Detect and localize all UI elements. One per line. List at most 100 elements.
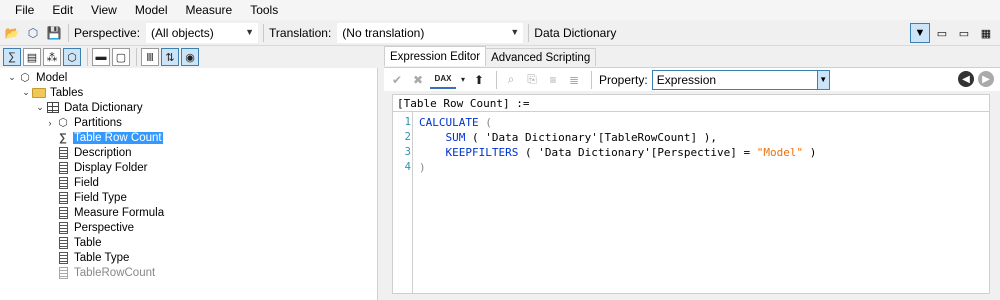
tab-advanced-scripting[interactable]: Advanced Scripting [485, 48, 597, 66]
code-line: KEEPFILTERS ( 'Data Dictionary'[Perspect… [419, 146, 817, 159]
tree-node-tables[interactable]: ⌄ Tables [20, 85, 84, 100]
translation-select[interactable]: (No translation) ▼ [337, 22, 524, 43]
line-number: 4 [404, 161, 411, 173]
toolbar-separator [68, 23, 69, 42]
layout-2-icon[interactable]: ▭ [954, 23, 974, 43]
menu-measure[interactable]: Measure [177, 0, 242, 20]
tree-label: Data Dictionary [64, 101, 143, 114]
tree-node-field[interactable]: Field [56, 175, 100, 190]
tree-toolbar: ∑ ▤ ⁂ ⬡ ▬ ▢ Ⅲ ⇅ ◉ [0, 46, 378, 68]
measure-sigma-icon: ∑ [59, 131, 67, 144]
tree-node-model[interactable]: ⌄ ⬡ Model [6, 70, 68, 85]
folder-icon [32, 86, 46, 99]
sort-icon[interactable]: ⇅ [161, 48, 179, 66]
tree-node-partitions[interactable]: › ⬡ Partitions [44, 115, 123, 130]
show-all-icon[interactable]: ▢ [112, 48, 130, 66]
chevron-down-icon[interactable]: ▾ [459, 71, 467, 89]
line-number: 2 [404, 131, 411, 143]
save-icon[interactable]: 💾 [45, 24, 63, 42]
chevron-right-icon[interactable]: › [44, 118, 56, 128]
partitions-icon: ⬡ [58, 117, 68, 129]
toolbar-separator [528, 23, 530, 42]
translation-value: (No translation) [342, 25, 425, 40]
back-arrow-icon[interactable]: ◀ [958, 71, 974, 87]
expression-header: [Table Row Count] := [392, 94, 990, 112]
cancel-x-icon[interactable]: ✖ [409, 71, 427, 89]
chevron-down-icon[interactable]: ⌄ [34, 102, 46, 113]
columns-view-icon[interactable]: Ⅲ [141, 48, 159, 66]
column-icon [56, 146, 70, 159]
filter-icon[interactable]: ▼ [910, 23, 930, 43]
code-keyword: SUM [445, 131, 466, 144]
tree-node-measure-formula[interactable]: Measure Formula [56, 205, 165, 220]
code-text: ( 'Data Dictionary'[Perspective] = [518, 146, 757, 159]
chevron-down-icon: ▼ [245, 26, 255, 37]
column-icon [56, 161, 70, 174]
grid-icon[interactable]: ▦ [976, 23, 996, 43]
code-literal: "Model" [756, 146, 804, 159]
tree-node-description[interactable]: Description [56, 145, 133, 160]
outdent-icon[interactable]: ≣ [565, 71, 583, 89]
column-icon [56, 221, 70, 234]
line-number: 3 [404, 146, 411, 158]
show-hierarchies-icon[interactable]: ⁂ [43, 48, 61, 66]
tree-node-field-type[interactable]: Field Type [56, 190, 128, 205]
code-line: SUM ( 'Data Dictionary'[TableRowCount] )… [419, 131, 718, 144]
code-keyword: CALCULATE [419, 116, 479, 129]
metadata-icon[interactable]: ◉ [181, 48, 199, 66]
separator [87, 48, 88, 66]
tree-label: Measure Formula [74, 206, 165, 219]
editor-pane: Expression Editor Advanced Scripting ✔ ✖… [384, 46, 1000, 300]
menu-file[interactable]: File [6, 0, 43, 20]
menu-edit[interactable]: Edit [43, 0, 82, 20]
tree-label: Tables [50, 86, 84, 99]
find-icon[interactable]: ⌕ [502, 71, 520, 89]
deploy-icon[interactable]: ⬆ [470, 71, 488, 89]
forward-arrow-icon[interactable]: ▶ [978, 71, 994, 87]
menu-tools[interactable]: Tools [241, 0, 287, 20]
layout-1-icon[interactable]: ▭ [932, 23, 952, 43]
show-measures-icon[interactable]: ∑ [3, 48, 21, 66]
property-select[interactable]: Expression ▼ [651, 69, 830, 90]
accept-check-icon[interactable]: ✔ [388, 71, 406, 89]
show-partitions-icon[interactable]: ⬡ [63, 48, 81, 66]
chevron-down-icon[interactable]: ⌄ [6, 72, 18, 83]
indent-icon[interactable]: ≡ [544, 71, 562, 89]
column-icon [56, 176, 70, 189]
code-editor[interactable]: 1 2 3 4 CALCULATE ( SUM ( 'Data Dictiona… [392, 112, 990, 294]
column-icon [56, 236, 70, 249]
chevron-down-icon[interactable]: ⌄ [20, 87, 32, 98]
tree-node-data-dictionary[interactable]: ⌄ Data Dictionary [34, 100, 144, 115]
open-folder-icon[interactable]: 📂 [3, 24, 21, 42]
tree-label: Table Type [74, 251, 130, 264]
tree-node-display-folder[interactable]: Display Folder [56, 160, 149, 175]
tree-label: Perspective [74, 221, 135, 234]
model-cube-icon: ⬡ [20, 72, 30, 84]
menu-model[interactable]: Model [126, 0, 177, 20]
code-text: ) [803, 146, 817, 159]
tree-node-table[interactable]: Table [56, 235, 103, 250]
dax-format-button[interactable]: DAX [430, 71, 456, 89]
tab-expression-editor[interactable]: Expression Editor [384, 46, 487, 66]
code-line: CALCULATE ( [419, 116, 492, 129]
perspective-select[interactable]: (All objects) ▼ [146, 22, 259, 43]
menu-view[interactable]: View [82, 0, 126, 20]
tree-label: TableRowCount [74, 266, 156, 279]
show-columns-icon[interactable]: ▤ [23, 48, 41, 66]
tree-label: Model [36, 71, 68, 84]
replace-icon[interactable]: ⎘ [523, 71, 541, 89]
nav-buttons: ◀ ▶ [954, 71, 994, 87]
column-icon [56, 266, 70, 279]
tree-node-table-row-count[interactable]: ∑ Table Row Count [56, 130, 163, 145]
translation-label: Translation: [269, 25, 332, 40]
tree-node-tablerowcount[interactable]: TableRowCount [56, 265, 156, 280]
tree-node-table-type[interactable]: Table Type [56, 250, 130, 265]
tree-node-perspective[interactable]: Perspective [56, 220, 135, 235]
editor-toolbar: ✔ ✖ DAX ▾ ⬆ ⌕ ⎘ ≡ ≣ Property: Expression… [384, 67, 1000, 91]
tree-label: Table [74, 236, 102, 249]
model-icon[interactable]: ⬡ [24, 24, 42, 42]
show-hidden-icon[interactable]: ▬ [92, 48, 110, 66]
tree-label: Field Type [74, 191, 127, 204]
property-label: Property: [599, 72, 648, 87]
chevron-down-icon[interactable]: ▼ [816, 70, 829, 89]
